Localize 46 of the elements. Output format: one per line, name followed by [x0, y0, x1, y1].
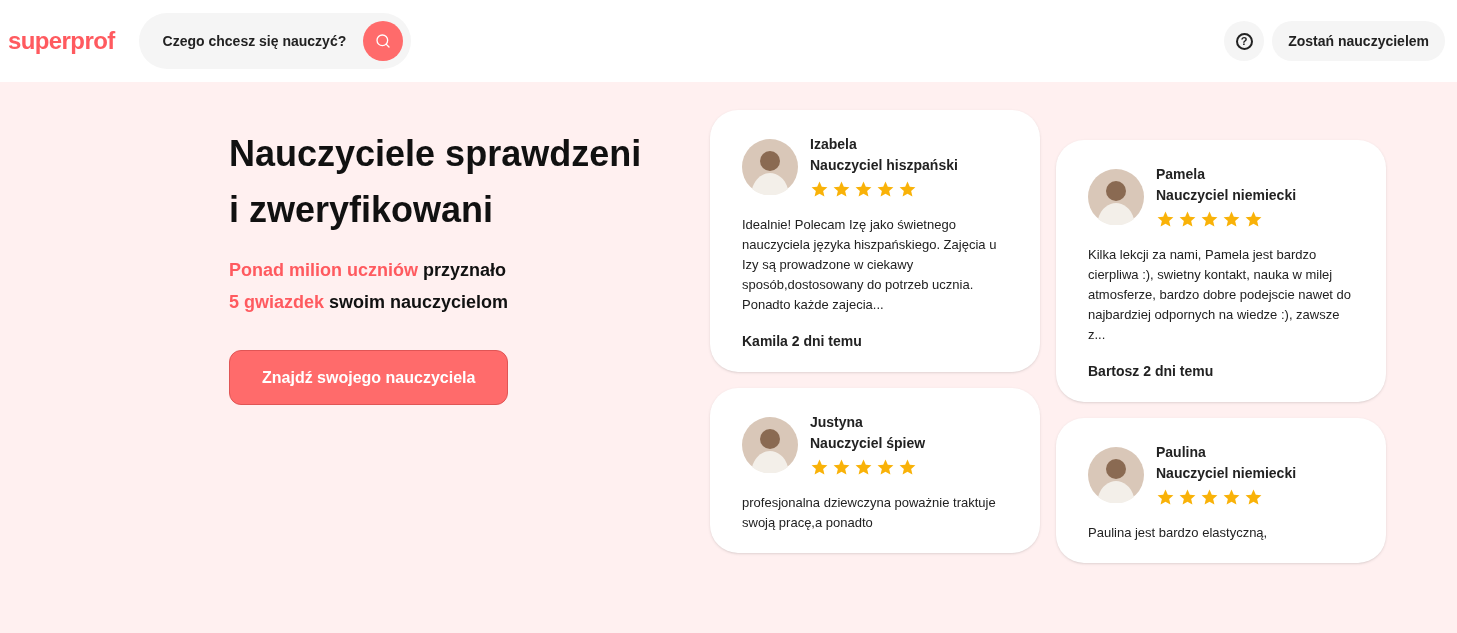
star-icon — [1222, 210, 1241, 229]
teacher-name: Justyna — [810, 413, 864, 432]
review-text: profesjonalna dziewczyna poważnie traktuje swoją pracę,a ponadto — [742, 494, 997, 532]
star-icon — [898, 458, 917, 477]
review-text: Idealnie! Polecam Izę jako świetnego nauczyciela języka hiszpańskiego. Zajęcia u Izy są prowadzone w ciekawy sposób,dostosowany do potrzeb ucznia. Ponadto każde zajecia... — [742, 216, 998, 314]
star-icon — [876, 458, 895, 477]
teacher-name: Pamela — [1156, 165, 1207, 184]
star-icon — [1244, 210, 1263, 229]
teacher-subject: Nauczyciel śpiew — [810, 434, 926, 453]
star-icon — [1156, 210, 1175, 229]
star-icon — [1178, 488, 1197, 507]
help-button[interactable]: ? — [1224, 21, 1265, 61]
star-icon — [1222, 488, 1241, 507]
star-icon — [854, 458, 873, 477]
star-icon — [1178, 210, 1197, 229]
search-input[interactable]: Czego chcesz się nauczyć? — [162, 30, 363, 52]
review-text: Kilka lekcji za nami, Pamela jest bardzo cierpliwa :), swietny kontakt, nauka w milej atmosferze, bardzo dobre podejscie nawet do najbardziej odpornych na wiedze :), zawsze z... — [1088, 246, 1353, 344]
star-icon — [898, 180, 917, 199]
search-icon — [374, 33, 391, 49]
star-icon — [810, 458, 829, 477]
star-icon — [854, 180, 873, 199]
review-author: Bartosz 2 dni temu — [1088, 362, 1215, 381]
avatar — [742, 416, 798, 473]
teacher-subject: Nauczyciel niemiecki — [1156, 186, 1297, 205]
avatar — [742, 138, 798, 195]
hero-subtitle: Ponad milion uczniów przyznało 5 gwiazdek swoim nauczycielom — [229, 259, 510, 314]
search-button[interactable] — [362, 21, 403, 61]
become-teacher-button[interactable]: Zostań nauczycielem — [1272, 21, 1445, 61]
star-icon — [832, 180, 851, 199]
avatar — [1088, 168, 1144, 225]
star-icon — [810, 180, 829, 199]
star-icon — [1200, 210, 1219, 229]
star-icon — [832, 458, 851, 477]
star-icon — [1200, 488, 1219, 507]
teacher-subject: Nauczyciel niemiecki — [1156, 464, 1297, 483]
review-author: Kamila 2 dni temu — [742, 332, 863, 351]
star-icon — [1244, 488, 1263, 507]
teacher-subject: Nauczyciel hiszpański — [810, 156, 958, 175]
avatar — [1088, 446, 1144, 503]
star-icon — [876, 180, 895, 199]
search-field[interactable]: Czego chcesz się nauczyć? — [138, 13, 411, 69]
star-icon — [1156, 488, 1175, 507]
teacher-name: Paulina — [1156, 443, 1207, 462]
review-text: Paulina jest bardzo elastyczną, — [1088, 524, 1269, 542]
hero-title: Nauczyciele sprawdzeni i zweryfikowani — [229, 132, 643, 232]
teacher-name: Izabela — [810, 135, 858, 154]
